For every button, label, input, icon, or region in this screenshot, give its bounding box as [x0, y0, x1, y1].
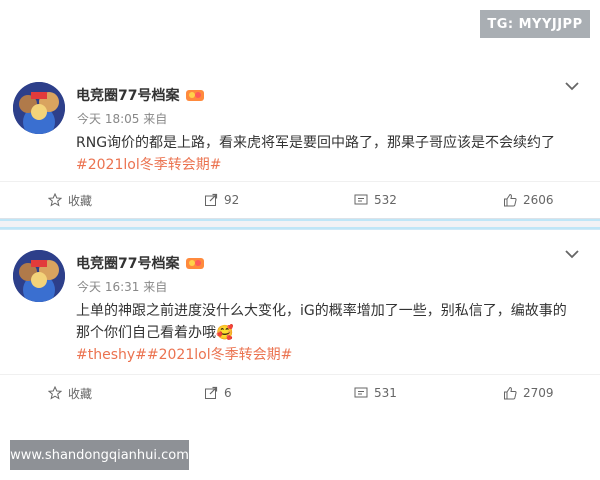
chevron-down-icon[interactable] — [564, 80, 580, 92]
separator-line-bottom — [0, 227, 600, 229]
fan-badge-icon — [185, 256, 205, 270]
forward-button[interactable]: 92 — [204, 182, 239, 218]
favorite-button[interactable]: 收藏 — [48, 182, 92, 218]
post-text: RNG询价的都是上路，看来虎将军是要回中路了，那果子哥应该是不会续约了 — [76, 135, 556, 151]
post-content: 上单的神跟之前进度没什么大变化，iG的概率增加了一些，别私信了，编故事的 那个你… — [76, 300, 576, 366]
comment-icon — [354, 194, 368, 205]
comment-icon — [354, 387, 368, 398]
post-separator — [0, 218, 600, 230]
thumbs-up-icon — [504, 193, 517, 207]
fan-badge-icon — [185, 88, 205, 102]
avatar[interactable] — [13, 250, 65, 302]
watermark-bottom: www.shandongqianhui.com — [10, 440, 189, 470]
action-bar: 收藏 92 532 2606 — [0, 181, 600, 218]
separator-line-top — [0, 219, 600, 221]
post-time: 今天 18:05 来自 — [77, 112, 168, 126]
favorite-button[interactable]: 收藏 — [48, 375, 92, 411]
topic-link[interactable]: #theshy##2021lol冬季转会期# — [76, 344, 576, 366]
like-button[interactable]: 2606 — [503, 182, 554, 218]
thumbs-up-icon — [504, 386, 517, 400]
forward-count: 92 — [224, 193, 240, 207]
forward-icon — [205, 193, 218, 206]
star-icon — [48, 386, 62, 400]
like-count: 2606 — [523, 193, 554, 207]
comment-button[interactable]: 531 — [354, 375, 397, 411]
author-name[interactable]: 电竞圈77号档案 — [76, 253, 179, 273]
comment-button[interactable]: 532 — [354, 182, 397, 218]
avatar[interactable] — [13, 82, 65, 134]
author-name-row: 电竞圈77号档案 — [76, 253, 205, 273]
favorite-label: 收藏 — [68, 386, 93, 401]
like-count: 2709 — [523, 386, 554, 400]
forward-count: 6 — [224, 386, 232, 400]
comment-count: 532 — [374, 193, 397, 207]
post-content: RNG询价的都是上路，看来虎将军是要回中路了，那果子哥应该是不会续约了 #202… — [76, 132, 576, 176]
star-icon — [48, 193, 62, 207]
watermark-top: TG: MYYJJPP — [480, 10, 590, 38]
author-name-row: 电竞圈77号档案 — [76, 85, 205, 105]
like-button[interactable]: 2709 — [503, 375, 554, 411]
topic-link[interactable]: #2021lol冬季转会期# — [76, 154, 576, 176]
post-text-line-1: 上单的神跟之前进度没什么大变化，iG的概率增加了一些，别私信了，编故事的 — [76, 303, 567, 319]
forward-button[interactable]: 6 — [204, 375, 232, 411]
post-time: 今天 16:31 来自 — [77, 280, 168, 294]
chevron-down-icon[interactable] — [564, 248, 580, 260]
comment-count: 531 — [374, 386, 397, 400]
action-bar: 收藏 6 531 2709 — [0, 374, 600, 411]
forward-icon — [205, 386, 218, 399]
post-text-line-2: 那个你们自己看着办哦🥰 — [76, 325, 234, 341]
author-name[interactable]: 电竞圈77号档案 — [76, 85, 179, 105]
favorite-label: 收藏 — [68, 193, 93, 208]
